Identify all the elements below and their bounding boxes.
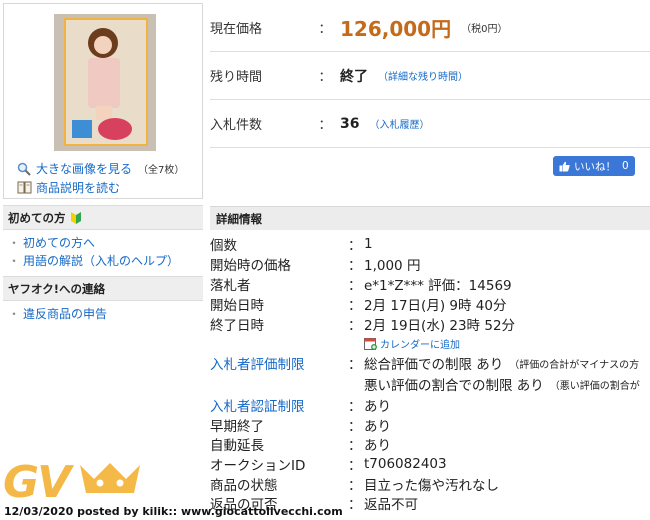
beginner-section-header: 初めての方 [3,205,203,230]
details-heading: 詳細情報 [216,211,262,226]
bidder-rating-limit-link[interactable]: 入札者評価制限 [210,353,348,373]
bid-count-label: 入札件数 [210,118,263,133]
like-label: いいね！ [574,160,616,173]
tax-note: （税0円） [461,24,508,35]
beginner-links: ・初めての方へ ・用語の解説（入札のヘルプ） [3,230,203,276]
product-photo[interactable] [54,14,156,151]
like-button[interactable]: いいね！ 0 [553,156,635,176]
current-price-row: 現在価格 ： 126,000円 （税0円） [210,4,650,52]
contact-links: ・違反商品の申告 [3,301,203,329]
sidebar-item-report: ・違反商品の申告 [8,307,108,321]
detail-row-winner: 落札者： e*1*Z*** 評価：14569 [210,278,512,294]
left-column: 大きな画像を見る （全7枚） 商品説明を読む 初めての方 ・初めての方へ ・用語… [3,3,203,329]
book-icon [16,180,32,196]
contact-section-header: ヤフオク!への連絡 [3,276,203,301]
magnifier-icon [16,161,32,177]
current-price-value: 126,000円 [340,17,452,41]
current-price-label: 現在価格 [210,22,263,37]
beginner-guide-link[interactable]: 初めての方へ [23,236,95,250]
read-description-row: 商品説明を読む [16,179,120,196]
bid-history-link[interactable]: （入札履歴） [369,116,429,131]
beginner-heading: 初めての方 [8,210,66,225]
details-section-header: 詳細情報 [210,206,650,230]
detail-row-auto-extend: 自動延長：あり [210,438,391,454]
calendar-icon [364,337,377,350]
detail-row-bidder-rating-2: 悪い評価の割合での制限 あり （悪い評価の割合が [210,374,650,394]
sidebar-item-beginner-guide: ・初めての方へ [8,236,96,250]
detail-row-end-time: 終了日時： 2月 19日(水) 23時 52分 [210,318,516,334]
sidebar-item-glossary: ・用語の解説（入札のヘルプ） [8,254,180,268]
image-count: （全7枚） [138,165,185,176]
total-rating-note: （評価の合計がマイナスの方 [509,359,640,371]
crown-icon [78,461,142,499]
view-large-image-row: 大きな画像を見る （全7枚） [16,160,184,177]
report-violation-link[interactable]: 違反商品の申告 [23,307,107,321]
detail-row-early-end: 早期終了：あり [210,419,391,435]
add-to-calendar-link[interactable]: カレンダーに追加 [380,336,460,351]
add-to-calendar[interactable]: カレンダーに追加 [364,336,460,351]
time-left-label: 残り時間 [210,70,263,85]
gv-logo: GV [3,457,71,508]
bidder-verification-link[interactable]: 入札者認証制限 [210,395,348,415]
watermark: GV 12/03/2020 posted by kilik:: www.gioc… [0,455,650,520]
product-image-panel: 大きな画像を見る （全7枚） 商品説明を読む [3,3,203,199]
contact-heading: ヤフオク!への連絡 [8,281,106,296]
total-rating-limit: 総合評価での制限 あり [364,357,504,373]
bid-count-row: 入札件数 ： 36 （入札履歴） [210,100,650,148]
detailed-time-left-link[interactable]: （詳細な残り時間） [378,68,468,83]
thumbs-up-icon [559,161,570,172]
bid-count-value: 36 [340,115,360,132]
calendar-row: カレンダーに追加 [210,334,650,352]
detail-row-start-time: 開始日時： 2月 17日(月) 9時 40分 [210,298,507,314]
beginner-leaf-icon [70,211,82,225]
bad-rating-limit: 悪い評価の割合での制限 あり [364,378,544,394]
detail-row-bidder-rating-1: 入札者評価制限 ： 総合評価での制限 あり （評価の合計がマイナスの方 [210,353,650,373]
view-large-image-link[interactable]: 大きな画像を見る [36,160,132,177]
watermark-caption: 12/03/2020 posted by kilik:: www.giocatt… [4,505,343,518]
time-left-row: 残り時間 ： 終了 （詳細な残り時間） [210,52,650,100]
time-left-value: 終了 [340,68,368,85]
bad-rating-note: （悪い評価の割合が [549,380,640,392]
detail-row-start-price: 開始時の価格： 1,000 円 [210,258,421,274]
detail-row-verification: 入札者認証制限：あり [210,395,650,415]
detail-row-quantity: 個数： 1 [210,236,373,254]
read-description-link[interactable]: 商品説明を読む [36,179,120,196]
like-count: 0 [622,160,629,172]
glossary-link[interactable]: 用語の解説（入札のヘルプ） [23,254,179,268]
